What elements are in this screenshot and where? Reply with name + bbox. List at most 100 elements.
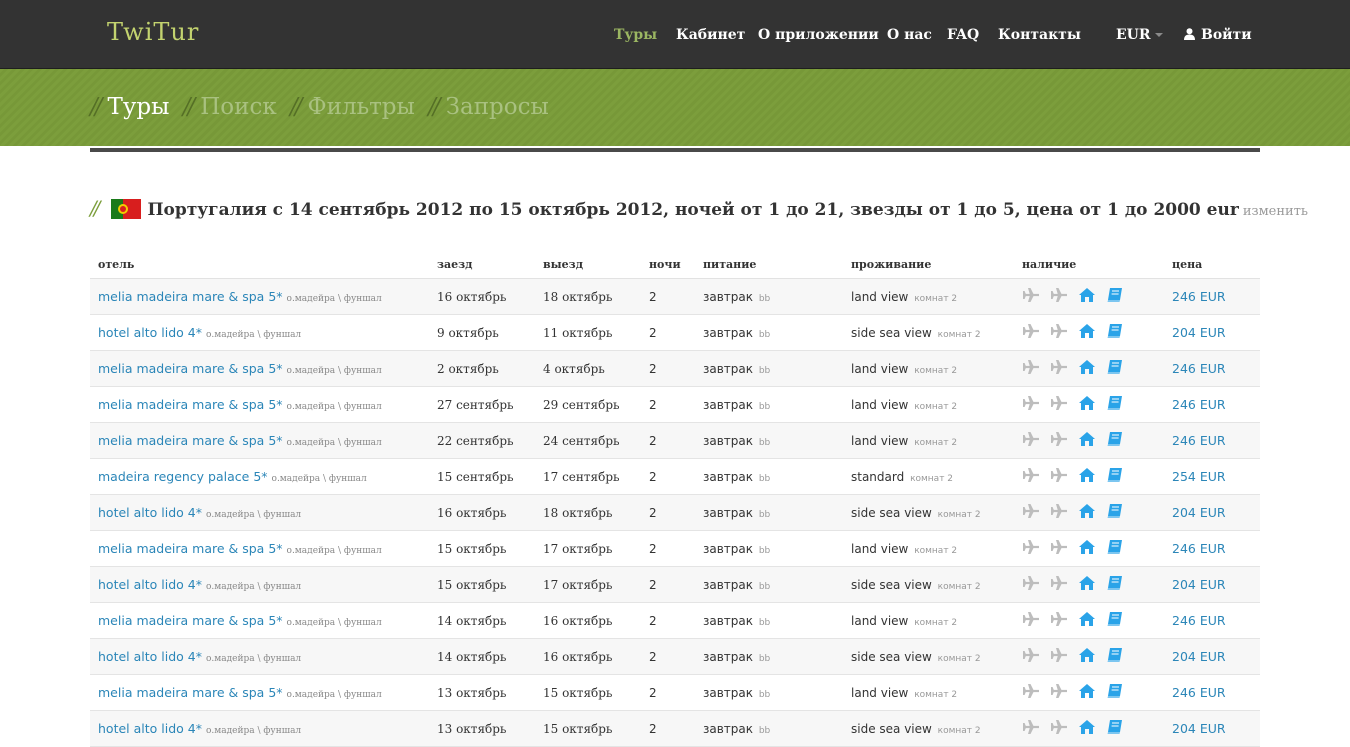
nav-item-tours[interactable]: Туры	[614, 27, 657, 43]
book-icon[interactable]	[1106, 611, 1134, 630]
hotel-link[interactable]: hotel alto lido 4*	[98, 325, 202, 340]
flight-out-icon[interactable]	[1022, 647, 1050, 666]
table-row[interactable]: hotel alto lido 4* о.мадейра \ фуншал 16 о…	[90, 494, 1260, 531]
flight-back-icon[interactable]	[1050, 359, 1078, 378]
flight-back-icon[interactable]	[1050, 395, 1078, 414]
column-header-price[interactable]: цена	[1164, 250, 1260, 279]
book-icon[interactable]	[1106, 503, 1134, 522]
hotel-icon[interactable]	[1078, 611, 1106, 630]
hotel-link[interactable]: melia madeira mare & spa 5*	[98, 361, 283, 376]
book-icon[interactable]	[1106, 395, 1134, 414]
flight-out-icon[interactable]	[1022, 575, 1050, 594]
price-link[interactable]: 204 EUR	[1172, 649, 1226, 664]
hotel-icon[interactable]	[1078, 683, 1106, 702]
price-link[interactable]: 246 EUR	[1172, 361, 1226, 376]
table-row[interactable]: hotel alto lido 4* о.мадейра \ фуншал 15 о…	[90, 566, 1260, 603]
flight-back-icon[interactable]	[1050, 611, 1078, 630]
currency-dropdown[interactable]: EUR	[1116, 27, 1163, 43]
book-icon[interactable]	[1106, 539, 1134, 558]
price-link[interactable]: 246 EUR	[1172, 433, 1226, 448]
flight-back-icon[interactable]	[1050, 503, 1078, 522]
column-header-checkout[interactable]: выезд	[535, 250, 641, 279]
nav-item-contacts[interactable]: Контакты	[998, 27, 1081, 43]
flight-out-icon[interactable]	[1022, 287, 1050, 306]
flight-back-icon[interactable]	[1050, 287, 1078, 306]
price-link[interactable]: 246 EUR	[1172, 685, 1226, 700]
price-link[interactable]: 246 EUR	[1172, 541, 1226, 556]
hotel-icon[interactable]	[1078, 467, 1106, 486]
nav-item-about-app[interactable]: О приложении	[758, 27, 879, 43]
flight-back-icon[interactable]	[1050, 467, 1078, 486]
hotel-icon[interactable]	[1078, 719, 1106, 738]
column-header-checkin[interactable]: заезд	[429, 250, 535, 279]
nav-item-cabinet[interactable]: Кабинет	[676, 27, 745, 43]
book-icon[interactable]	[1106, 323, 1134, 342]
book-icon[interactable]	[1106, 287, 1134, 306]
book-icon[interactable]	[1106, 647, 1134, 666]
flight-out-icon[interactable]	[1022, 467, 1050, 486]
table-row[interactable]: hotel alto lido 4* о.мадейра \ фуншал 9 ок…	[90, 314, 1260, 351]
hotel-link[interactable]: hotel alto lido 4*	[98, 505, 202, 520]
hotel-icon[interactable]	[1078, 395, 1106, 414]
site-logo[interactable]: TwiTur	[107, 18, 199, 46]
hotel-link[interactable]: melia madeira mare & spa 5*	[98, 433, 283, 448]
breadcrumb-search[interactable]: Поиск	[200, 94, 277, 120]
book-icon[interactable]	[1106, 575, 1134, 594]
column-header-hotel[interactable]: отель	[90, 250, 429, 279]
price-link[interactable]: 204 EUR	[1172, 577, 1226, 592]
nav-item-about-us[interactable]: О нас	[887, 27, 932, 43]
flight-out-icon[interactable]	[1022, 431, 1050, 450]
hotel-icon[interactable]	[1078, 359, 1106, 378]
price-link[interactable]: 246 EUR	[1172, 289, 1226, 304]
hotel-icon[interactable]	[1078, 647, 1106, 666]
flight-back-icon[interactable]	[1050, 431, 1078, 450]
hotel-icon[interactable]	[1078, 539, 1106, 558]
price-link[interactable]: 204 EUR	[1172, 325, 1226, 340]
breadcrumb-filters[interactable]: Фильтры	[308, 94, 415, 120]
hotel-icon[interactable]	[1078, 575, 1106, 594]
table-row[interactable]: melia madeira mare & spa 5* о.мадейра \ ф…	[90, 422, 1260, 459]
hotel-link[interactable]: melia madeira mare & spa 5*	[98, 289, 283, 304]
column-header-room[interactable]: проживание	[843, 250, 1014, 279]
hotel-link[interactable]: melia madeira mare & spa 5*	[98, 685, 283, 700]
book-icon[interactable]	[1106, 431, 1134, 450]
hotel-icon[interactable]	[1078, 287, 1106, 306]
flight-back-icon[interactable]	[1050, 323, 1078, 342]
flight-out-icon[interactable]	[1022, 611, 1050, 630]
price-link[interactable]: 204 EUR	[1172, 721, 1226, 736]
table-row[interactable]: hotel alto lido 4* о.мадейра \ фуншал 13 о…	[90, 710, 1260, 747]
book-icon[interactable]	[1106, 359, 1134, 378]
table-row[interactable]: melia madeira mare & spa 5* о.мадейра \ ф…	[90, 674, 1260, 711]
column-header-nights[interactable]: ночи	[641, 250, 695, 279]
flight-back-icon[interactable]	[1050, 539, 1078, 558]
hotel-link[interactable]: melia madeira mare & spa 5*	[98, 397, 283, 412]
flight-out-icon[interactable]	[1022, 323, 1050, 342]
hotel-icon[interactable]	[1078, 323, 1106, 342]
breadcrumb-requests[interactable]: Запросы	[446, 94, 549, 120]
price-link[interactable]: 254 EUR	[1172, 469, 1226, 484]
flight-out-icon[interactable]	[1022, 719, 1050, 738]
breadcrumb-tours[interactable]: Туры	[108, 94, 170, 120]
hotel-link[interactable]: melia madeira mare & spa 5*	[98, 541, 283, 556]
table-row[interactable]: melia madeira mare & spa 5* о.мадейра \ ф…	[90, 386, 1260, 423]
table-row[interactable]: melia madeira mare & spa 5* о.мадейра \ ф…	[90, 602, 1260, 639]
table-row[interactable]: madeira regency palace 5* о.мадейра \ фун…	[90, 458, 1260, 495]
book-icon[interactable]	[1106, 683, 1134, 702]
hotel-link[interactable]: hotel alto lido 4*	[98, 649, 202, 664]
hotel-link[interactable]: madeira regency palace 5*	[98, 469, 268, 484]
login-button[interactable]: Войти	[1184, 27, 1252, 44]
price-link[interactable]: 204 EUR	[1172, 505, 1226, 520]
flight-out-icon[interactable]	[1022, 503, 1050, 522]
hotel-link[interactable]: hotel alto lido 4*	[98, 721, 202, 736]
column-header-meal[interactable]: питание	[695, 250, 843, 279]
flight-back-icon[interactable]	[1050, 719, 1078, 738]
table-row[interactable]: melia madeira mare & spa 5* о.мадейра \ ф…	[90, 530, 1260, 567]
nav-item-faq[interactable]: FAQ	[947, 27, 979, 43]
flight-out-icon[interactable]	[1022, 539, 1050, 558]
flight-back-icon[interactable]	[1050, 683, 1078, 702]
flight-out-icon[interactable]	[1022, 395, 1050, 414]
hotel-icon[interactable]	[1078, 503, 1106, 522]
table-row[interactable]: melia madeira mare & spa 5* о.мадейра \ ф…	[90, 350, 1260, 387]
hotel-link[interactable]: melia madeira mare & spa 5*	[98, 613, 283, 628]
table-row[interactable]: melia madeira mare & spa 5* о.мадейра \ ф…	[90, 278, 1260, 315]
